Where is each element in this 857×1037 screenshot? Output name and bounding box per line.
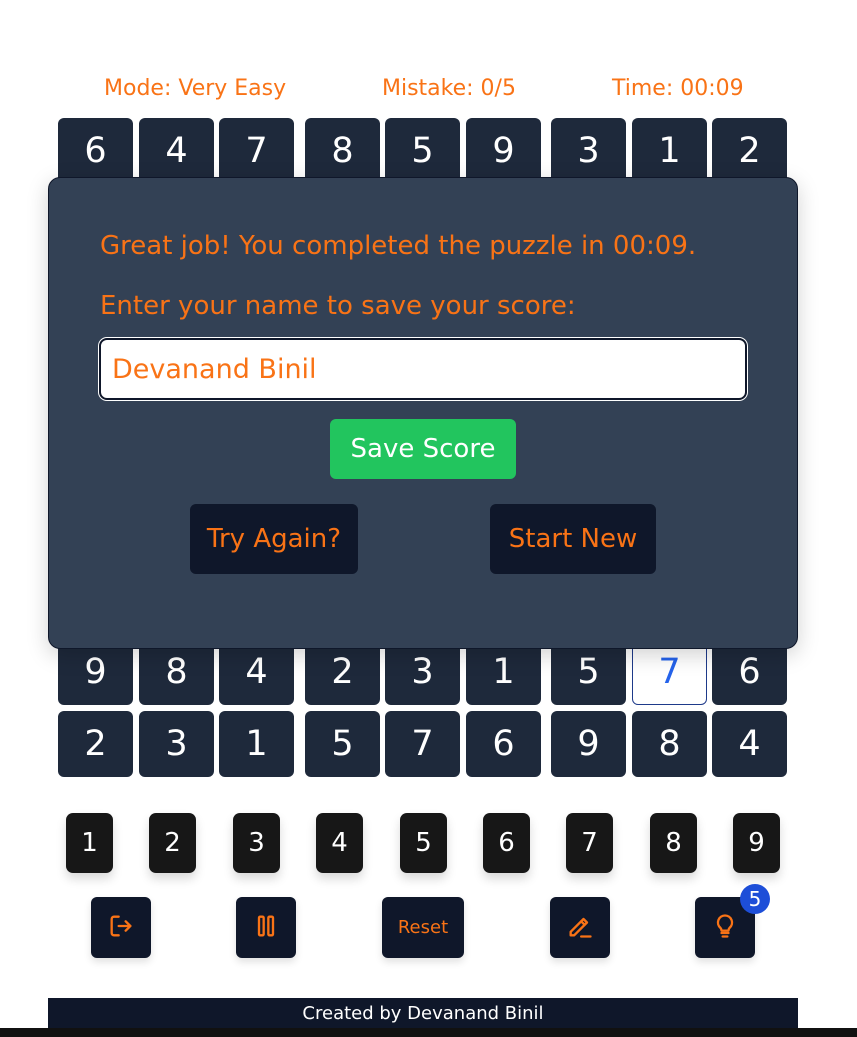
save-score-button[interactable]: Save Score xyxy=(330,419,516,479)
hint-count-badge: 5 xyxy=(740,884,770,914)
board-cell[interactable]: 2 xyxy=(712,118,787,184)
board-cell[interactable]: 5 xyxy=(385,118,460,184)
try-again-button[interactable]: Try Again? xyxy=(190,504,358,574)
numpad-key[interactable]: 8 xyxy=(650,813,697,873)
board-cell[interactable]: 6 xyxy=(466,711,541,777)
numpad-key[interactable]: 6 xyxy=(483,813,530,873)
reset-label: Reset xyxy=(397,917,449,938)
pause-button[interactable] xyxy=(236,897,296,958)
board-cell[interactable]: 3 xyxy=(551,118,626,184)
board-cell[interactable]: 3 xyxy=(139,711,214,777)
exit-button[interactable] xyxy=(91,897,151,958)
board-cell[interactable]: 8 xyxy=(305,118,380,184)
bottom-bar xyxy=(0,1028,857,1037)
board-cell[interactable]: 7 xyxy=(219,118,294,184)
numpad-key[interactable]: 1 xyxy=(66,813,113,873)
board-cell[interactable]: 4 xyxy=(139,118,214,184)
congrats-message: Great job! You completed the puzzle in 0… xyxy=(100,231,697,261)
mode-label: Mode: Very Easy xyxy=(104,76,287,101)
player-name-input[interactable] xyxy=(99,338,747,400)
footer: Created by Devanand Binil xyxy=(48,998,798,1028)
board-cell[interactable]: 1 xyxy=(632,118,707,184)
board-cell[interactable]: 9 xyxy=(466,118,541,184)
numpad-key[interactable]: 5 xyxy=(400,813,447,873)
exit-icon xyxy=(107,912,135,944)
numpad-key[interactable]: 9 xyxy=(733,813,780,873)
name-prompt: Enter your name to save your score: xyxy=(100,291,576,321)
numpad-key[interactable]: 7 xyxy=(566,813,613,873)
board-cell[interactable]: 8 xyxy=(632,711,707,777)
numpad-key[interactable]: 2 xyxy=(149,813,196,873)
footer-credit: Created by Devanand Binil xyxy=(302,1002,544,1024)
board-cell[interactable]: 7 xyxy=(385,711,460,777)
board-cell[interactable]: 6 xyxy=(58,118,133,184)
board-cell[interactable]: 5 xyxy=(305,711,380,777)
board-cell[interactable]: 1 xyxy=(219,711,294,777)
mistake-counter: Mistake: 0/5 xyxy=(382,76,516,101)
numpad-key[interactable]: 4 xyxy=(316,813,363,873)
completion-modal: Great job! You completed the puzzle in 0… xyxy=(48,177,798,649)
pause-icon xyxy=(252,912,280,944)
reset-button[interactable]: Reset xyxy=(382,897,464,958)
numpad-key[interactable]: 3 xyxy=(233,813,280,873)
lightbulb-icon xyxy=(711,912,739,944)
pencil-icon xyxy=(566,912,594,944)
board-cell[interactable]: 4 xyxy=(712,711,787,777)
timer: Time: 00:09 xyxy=(612,76,744,101)
board-cell[interactable]: 2 xyxy=(58,711,133,777)
start-new-button[interactable]: Start New xyxy=(490,504,656,574)
notes-button[interactable] xyxy=(550,897,610,958)
board-cell[interactable]: 9 xyxy=(551,711,626,777)
